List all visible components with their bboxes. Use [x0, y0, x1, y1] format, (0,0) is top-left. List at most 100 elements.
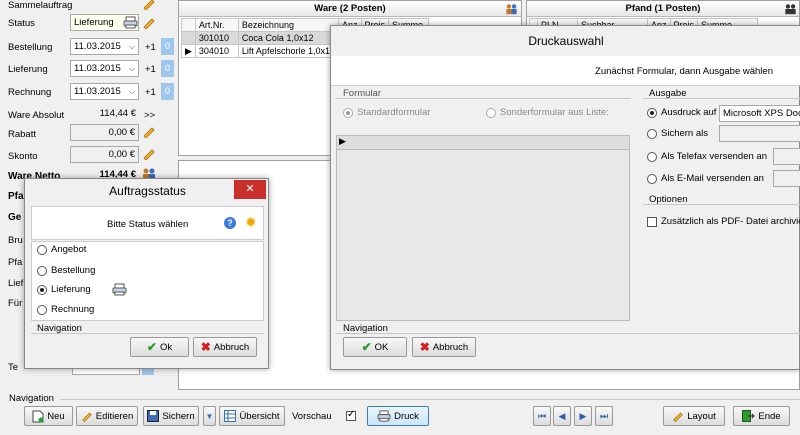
zero-button[interactable]: 0 — [161, 83, 174, 100]
new-document-icon — [32, 410, 44, 422]
status-option-rechnung[interactable]: Rechnung — [37, 304, 94, 315]
people-icon[interactable] — [505, 3, 518, 15]
printer-select[interactable]: Microsoft XPS Doc — [719, 105, 800, 122]
rechnung-label: Rechnung — [51, 304, 95, 315]
druck-button[interactable]: Druck — [367, 406, 429, 426]
divider — [335, 333, 800, 334]
pencil-icon[interactable] — [142, 147, 156, 160]
plus-one-button[interactable]: +1 — [145, 64, 156, 75]
abbruch-label: Abbruch — [213, 341, 250, 353]
cell-artnr[interactable]: 304010 — [194, 44, 239, 58]
ende-label: Ende — [758, 410, 781, 422]
instruction-text: Zunächst Formular, dann Ausgabe wählen — [595, 66, 773, 77]
bestellung-label: Bestellung — [8, 42, 53, 53]
standardformular-option[interactable]: Standardformular — [343, 107, 430, 118]
divider — [643, 204, 800, 205]
sun-icon[interactable]: ✹ — [245, 214, 257, 231]
sichern-option[interactable]: Sichern als — [647, 128, 708, 139]
first-record-button[interactable]: ⏮ — [533, 406, 551, 426]
lieferung-date-field[interactable]: 11.03.2015 ⌵ — [70, 60, 139, 77]
sichern-button[interactable]: Sichern — [143, 406, 199, 426]
angebot-radio[interactable] — [37, 244, 47, 255]
cell-bezeichnung[interactable]: Lift Apfelschorle 1,0x12 — [237, 44, 339, 58]
ware-absolut-field: 114,44 € — [70, 106, 139, 123]
last-record-button[interactable]: ⏭ — [595, 406, 613, 426]
editieren-button[interactable]: Editieren — [76, 406, 138, 426]
uebersicht-button[interactable]: Übersicht — [219, 406, 285, 426]
uebersicht-label: Übersicht — [239, 410, 280, 422]
status-value: Lieferung — [74, 17, 114, 28]
chevron-down-icon[interactable]: ⌵ — [129, 84, 135, 99]
rechnung-radio[interactable] — [37, 304, 47, 315]
plus-one-button[interactable]: +1 — [145, 42, 156, 53]
ausdruck-radio[interactable] — [647, 107, 657, 118]
previous-record-button[interactable]: ◀ — [553, 406, 571, 426]
pencil-icon[interactable] — [142, 16, 156, 29]
cell-artnr[interactable]: 301010 — [194, 31, 239, 45]
pdf-archive-checkbox[interactable] — [647, 216, 657, 227]
dialog-titlebar[interactable]: Druckauswahl — [331, 26, 800, 56]
abbruch-button[interactable]: ✖ Abbruch — [412, 337, 476, 357]
rabatt-value: 0,00 € — [108, 127, 135, 138]
sichern-field[interactable] — [719, 125, 800, 142]
checkmark-icon: ✔ — [361, 340, 372, 354]
ok-button[interactable]: ✔ Ok — [130, 337, 189, 357]
ok-label: Ok — [159, 341, 173, 353]
sonderformular-option[interactable]: Sonderformular aus Liste: — [486, 107, 609, 118]
formular-list-row[interactable]: ▶ — [337, 136, 629, 150]
standardformular-radio[interactable] — [343, 107, 353, 118]
help-icon[interactable]: ? — [224, 217, 236, 229]
formular-list[interactable]: ▶ — [336, 135, 630, 321]
ende-button[interactable]: Ende — [733, 406, 790, 426]
first-icon: ⏮ — [537, 410, 547, 421]
column-header[interactable]: Art.Nr. — [194, 18, 239, 32]
skonto-label: Skonto — [8, 151, 38, 162]
chevron-down-icon[interactable]: ⌵ — [129, 39, 135, 54]
pdf-archive-option[interactable]: Zusätzlich als PDF- Datei archiviere — [647, 216, 800, 227]
printer-icon[interactable] — [123, 16, 138, 29]
email-option[interactable]: Als E-Mail versenden an — [647, 173, 764, 184]
bestellung-date-field[interactable]: 11.03.2015 ⌵ — [70, 38, 139, 55]
bestellung-radio[interactable] — [37, 265, 47, 276]
zero-button[interactable]: 0 — [161, 60, 174, 77]
ware-panel-title: Ware (2 Posten) — [314, 3, 386, 14]
close-button[interactable]: ✕ — [234, 180, 266, 199]
cross-icon: ✖ — [419, 340, 430, 354]
plus-one-button[interactable]: +1 — [145, 87, 156, 98]
next-record-button[interactable]: ▶ — [574, 406, 592, 426]
navigation-label: Navigation — [9, 393, 54, 404]
ware-absolut-arrow-button[interactable]: >> — [144, 110, 155, 121]
ausdruck-label: Ausdruck auf — [661, 107, 717, 118]
vorschau-checkbox[interactable] — [346, 409, 356, 422]
telefax-option[interactable]: Als Telefax versenden an — [647, 151, 767, 162]
column-header[interactable]: Bezeichnung — [237, 18, 339, 32]
cell-bezeichnung[interactable]: Coca Cola 1,0x12 — [237, 31, 339, 45]
chevron-down-icon[interactable]: ⌵ — [129, 61, 135, 76]
lieferung-radio[interactable] — [37, 284, 47, 295]
telefax-field[interactable] — [773, 148, 800, 165]
status-option-lieferung[interactable]: Lieferung — [37, 284, 91, 295]
abbruch-button[interactable]: ✖ Abbruch — [193, 337, 257, 357]
dialog-title: Druckauswahl — [528, 34, 604, 48]
status-option-bestellung[interactable]: Bestellung — [37, 265, 95, 276]
sichern-dropdown-button[interactable]: ▼ — [203, 406, 216, 426]
neu-button[interactable]: Neu — [24, 406, 73, 426]
sonderformular-radio[interactable] — [486, 107, 496, 118]
telefax-radio[interactable] — [647, 151, 657, 162]
ausdruck-option[interactable]: Ausdruck auf — [647, 107, 716, 118]
status-option-angebot[interactable]: Angebot — [37, 244, 86, 255]
pencil-icon[interactable] — [142, 125, 156, 138]
sichern-radio[interactable] — [647, 128, 657, 139]
lieferant-label: Lief — [8, 278, 24, 289]
people-icon[interactable] — [784, 3, 797, 15]
layout-button[interactable]: Layout — [663, 406, 725, 426]
pdf-archive-label: Zusätzlich als PDF- Datei archiviere — [661, 216, 800, 227]
ok-button[interactable]: ✔ OK — [343, 337, 407, 357]
email-field[interactable] — [773, 170, 800, 187]
rechnung-label: Rechnung — [8, 87, 52, 98]
printer-icon[interactable] — [112, 283, 127, 296]
rechnung-date-field[interactable]: 11.03.2015 ⌵ — [70, 83, 139, 100]
email-radio[interactable] — [647, 173, 657, 184]
pencil-icon[interactable] — [142, 0, 156, 10]
zero-button[interactable]: 0 — [161, 38, 174, 55]
